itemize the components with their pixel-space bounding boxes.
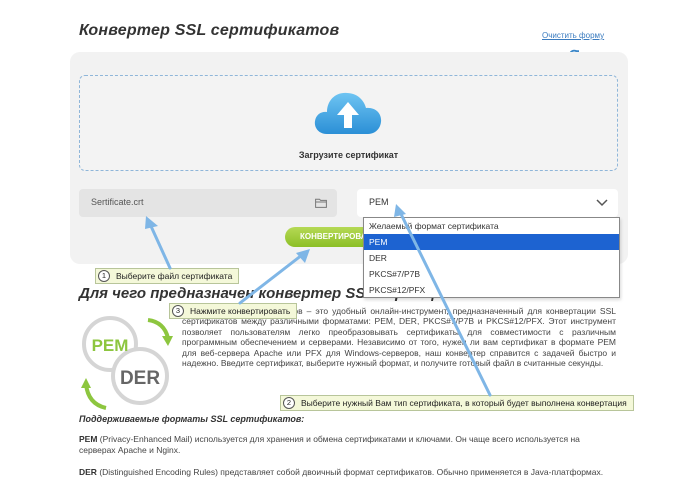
callout-1-text: Выберите файл сертификата	[116, 271, 233, 281]
dropdown-option-pkcs12[interactable]: PKCS#12/PFX	[364, 282, 619, 298]
format-desc-der: DER (Distinguished Encoding Rules) предс…	[79, 467, 616, 478]
dropdown-option-pem[interactable]: PEM	[364, 234, 619, 250]
file-name-value: Sertificate.crt	[91, 197, 144, 207]
upload-label: Загрузите сертификат	[298, 150, 399, 160]
format-selected-value: PEM	[369, 197, 389, 207]
formats-heading: Поддерживаемые форматы SSL сертификатов:	[79, 414, 305, 424]
format-name-der: DER	[79, 467, 97, 477]
chevron-down-icon[interactable]	[596, 198, 608, 207]
callout-3-text: Нажмите конвертировать	[190, 306, 291, 316]
dropdown-option-pkcs7[interactable]: PKCS#7/P7B	[364, 266, 619, 282]
callout-1-number: 1	[98, 270, 110, 282]
certificate-file-field[interactable]: Sertificate.crt	[79, 189, 337, 217]
upload-dropzone[interactable]: Загрузите сертификат	[79, 75, 618, 171]
format-text-pem: (Privacy-Enhanced Mail) используется для…	[79, 434, 580, 455]
dropdown-option-der[interactable]: DER	[364, 250, 619, 266]
format-dropdown-list: Желаемый формат сертификата PEM DER PKCS…	[363, 217, 620, 298]
logo-pem-label: PEM	[92, 336, 129, 355]
callout-2-number: 2	[283, 397, 295, 409]
cloud-upload-icon	[314, 92, 382, 134]
pem-der-logo: PEM DER	[81, 316, 173, 410]
convert-button[interactable]: КОНВЕРТИРОВАТЬ	[285, 227, 365, 247]
callout-2: 2 Выберите нужный Вам тип сертификата, в…	[280, 395, 634, 411]
logo-der-label: DER	[120, 368, 160, 389]
format-text-der: (Distinguished Encoding Rules) представл…	[96, 467, 604, 477]
format-desc-pem: PEM (Privacy-Enhanced Mail) используется…	[79, 434, 616, 456]
callout-1: 1 Выберите файл сертификата	[95, 268, 240, 284]
callout-3: 3 Нажмите конвертировать	[169, 303, 298, 319]
folder-icon[interactable]	[315, 198, 327, 208]
callout-3-number: 3	[172, 305, 184, 317]
callout-2-text: Выберите нужный Вам тип сертификата, в к…	[301, 398, 627, 408]
format-select[interactable]: PEM	[357, 189, 618, 217]
format-name-pem: PEM	[79, 434, 98, 444]
page-title: Конвертер SSL сертификатов	[79, 22, 340, 39]
dropdown-option-placeholder[interactable]: Желаемый формат сертификата	[364, 218, 619, 234]
clear-form-link[interactable]: Очистить форму	[542, 31, 604, 40]
